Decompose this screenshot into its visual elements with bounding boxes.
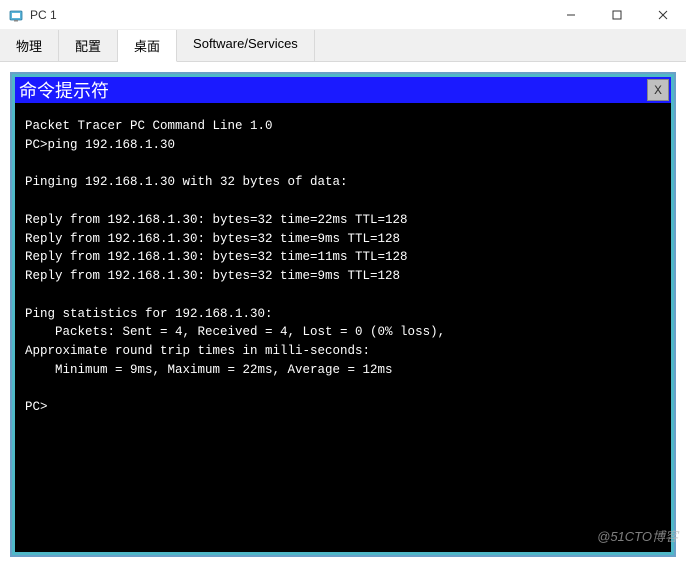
terminal-body[interactable]: Packet Tracer PC Command Line 1.0 PC>pin… — [15, 103, 671, 552]
tab-desktop[interactable]: 桌面 — [118, 30, 177, 62]
titlebar-left: PC 1 — [8, 7, 57, 23]
close-button[interactable] — [640, 0, 686, 30]
tab-software-services[interactable]: Software/Services — [177, 30, 315, 61]
terminal-close-button[interactable]: X — [647, 79, 669, 101]
window-controls — [548, 0, 686, 30]
terminal-title: 命令提示符 — [19, 77, 109, 103]
app-icon — [8, 7, 24, 23]
maximize-button[interactable] — [594, 0, 640, 30]
desktop-inner: 命令提示符 X Packet Tracer PC Command Line 1.… — [10, 72, 676, 557]
window-titlebar: PC 1 — [0, 0, 686, 30]
minimize-button[interactable] — [548, 0, 594, 30]
terminal-titlebar: 命令提示符 X — [15, 77, 671, 103]
tab-bar: 物理 配置 桌面 Software/Services — [0, 30, 686, 62]
desktop-area: 命令提示符 X Packet Tracer PC Command Line 1.… — [0, 62, 686, 567]
terminal-window: 命令提示符 X Packet Tracer PC Command Line 1.… — [15, 77, 671, 552]
tab-config[interactable]: 配置 — [59, 30, 118, 61]
window-title: PC 1 — [30, 8, 57, 22]
tab-physical[interactable]: 物理 — [0, 30, 59, 61]
